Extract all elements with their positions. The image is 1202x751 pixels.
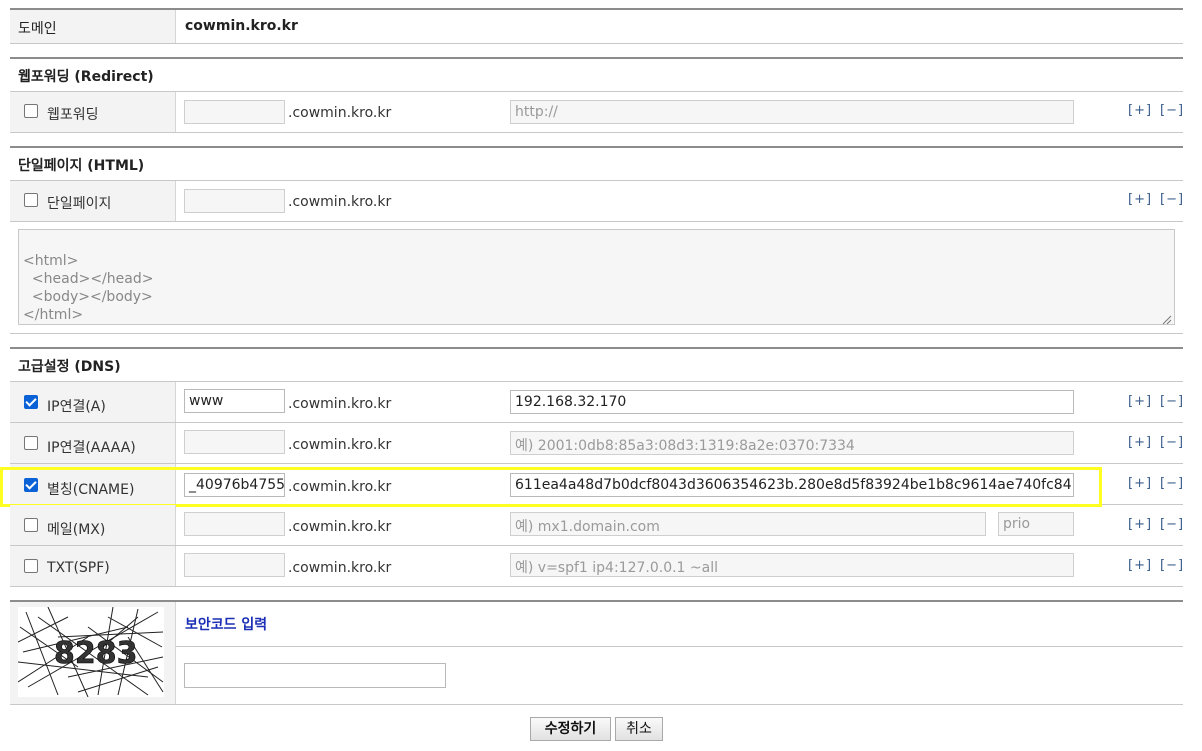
divider xyxy=(10,132,1183,133)
divider xyxy=(175,382,176,422)
divider xyxy=(10,333,1183,334)
divider xyxy=(10,704,1183,705)
divider xyxy=(10,463,1183,464)
divider xyxy=(10,221,1183,222)
dns-mx-value-input[interactable]: 예) mx1.domain.com xyxy=(510,512,986,536)
remove-row-button[interactable]: [−] xyxy=(1160,103,1184,118)
dns-aaaa-domain-suffix: .cowmin.kro.kr xyxy=(288,437,392,453)
dns-txt-value-input[interactable]: 예) v=spf1 ip4:127.0.0.1 ~all xyxy=(510,553,1074,577)
dns-aaaa-label: IP연결(AAAA) xyxy=(47,440,136,456)
code-line: </html> xyxy=(23,307,84,323)
dns-aaaa-subdomain-input[interactable] xyxy=(184,430,285,454)
dns-mx-subdomain-input[interactable] xyxy=(184,512,285,536)
remove-row-button[interactable]: [−] xyxy=(1160,517,1184,532)
redirect-checkbox[interactable] xyxy=(24,104,38,118)
divider xyxy=(176,646,1183,647)
dns-txt-domain-suffix: .cowmin.kro.kr xyxy=(288,560,392,576)
add-row-button[interactable]: [+] xyxy=(1128,394,1152,409)
divider xyxy=(10,381,1183,382)
dns-mx-domain-suffix: .cowmin.kro.kr xyxy=(288,519,392,535)
cname-row-highlight xyxy=(0,467,1102,507)
divider xyxy=(10,91,1183,92)
domain-label: 도메인 xyxy=(18,21,57,37)
top-border xyxy=(10,8,1183,10)
html-code-textarea[interactable]: <html> <head></head> <body></body> </html… xyxy=(18,229,1175,325)
divider xyxy=(175,10,176,43)
redirect-label: 웹포워딩 xyxy=(47,107,99,123)
domain-value: cowmin.kro.kr xyxy=(185,18,298,34)
html-checkbox[interactable] xyxy=(24,193,38,207)
dns-mx-checkbox[interactable] xyxy=(24,518,38,532)
divider xyxy=(10,43,1183,44)
remove-row-button[interactable]: [−] xyxy=(1160,394,1184,409)
redirect-section-title: 웹포워딩 (Redirect) xyxy=(18,69,154,85)
redirect-domain-suffix: .cowmin.kro.kr xyxy=(288,105,392,121)
section-border xyxy=(10,146,1183,148)
dns-a-subdomain-input[interactable]: www xyxy=(184,389,285,413)
dns-txt-label: TXT(SPF) xyxy=(47,560,110,576)
divider xyxy=(175,505,176,545)
captcha-code-text: 8283 xyxy=(54,636,138,671)
remove-row-button[interactable]: [−] xyxy=(1160,435,1184,450)
captcha-image: 8283 xyxy=(17,606,164,698)
dns-aaaa-row-controls: [+] [−] xyxy=(1128,435,1192,450)
dns-txt-row-controls: [+] [−] xyxy=(1128,558,1192,573)
add-row-button[interactable]: [+] xyxy=(1128,517,1152,532)
redirect-url-input[interactable]: http:// xyxy=(510,100,1074,124)
html-section-title: 단일페이지 (HTML) xyxy=(18,158,145,174)
add-row-button[interactable]: [+] xyxy=(1128,558,1152,573)
section-border xyxy=(10,600,1183,602)
divider xyxy=(175,92,176,132)
dns-a-checkbox[interactable] xyxy=(24,395,38,409)
dns-section-title: 고급설정 (DNS) xyxy=(18,359,121,375)
dns-txt-checkbox[interactable] xyxy=(24,559,38,573)
html-label: 단일페이지 xyxy=(47,196,112,212)
divider xyxy=(175,423,176,463)
captcha-label: 보안코드 입력 xyxy=(185,617,268,633)
add-row-button[interactable]: [+] xyxy=(1128,435,1152,450)
redirect-row-controls: [+] [−] xyxy=(1128,103,1192,118)
dns-a-row-controls: [+] [−] xyxy=(1128,394,1192,409)
code-line: <head></head> xyxy=(23,271,154,287)
remove-row-button[interactable]: [−] xyxy=(1160,476,1184,491)
remove-row-button[interactable]: [−] xyxy=(1160,192,1184,207)
divider xyxy=(10,422,1183,423)
add-row-button[interactable]: [+] xyxy=(1128,192,1152,207)
divider xyxy=(175,546,176,586)
html-subdomain-input[interactable] xyxy=(184,189,285,213)
dns-mx-prio-input[interactable]: prio xyxy=(998,512,1074,536)
dns-mx-row-controls: [+] [−] xyxy=(1128,517,1192,532)
section-border xyxy=(10,57,1183,59)
dns-cname-row-controls: [+] [−] xyxy=(1128,476,1192,491)
code-line: <html> xyxy=(23,253,79,269)
add-row-button[interactable]: [+] xyxy=(1128,476,1152,491)
dns-a-label: IP연결(A) xyxy=(47,399,106,415)
html-domain-suffix: .cowmin.kro.kr xyxy=(288,194,392,210)
redirect-subdomain-input[interactable] xyxy=(184,100,285,124)
dns-txt-subdomain-input[interactable] xyxy=(184,553,285,577)
dns-aaaa-checkbox[interactable] xyxy=(24,436,38,450)
captcha-input[interactable] xyxy=(184,663,446,688)
dns-mx-label: 메일(MX) xyxy=(47,522,106,538)
divider xyxy=(175,181,176,221)
dns-a-domain-suffix: .cowmin.kro.kr xyxy=(288,396,392,412)
section-border xyxy=(10,347,1183,349)
cancel-button[interactable]: 취소 xyxy=(615,717,663,741)
submit-button[interactable]: 수정하기 xyxy=(530,717,611,741)
html-row-controls: [+] [−] xyxy=(1128,192,1192,207)
divider xyxy=(10,545,1183,546)
divider xyxy=(10,586,1183,587)
dns-aaaa-value-input[interactable]: 예) 2001:0db8:85a3:08d3:1319:8a2e:0370:73… xyxy=(510,431,1074,455)
add-row-button[interactable]: [+] xyxy=(1128,103,1152,118)
divider xyxy=(175,602,176,704)
divider xyxy=(10,180,1183,181)
remove-row-button[interactable]: [−] xyxy=(1160,558,1184,573)
dns-a-value-input[interactable]: 192.168.32.170 xyxy=(510,390,1074,414)
resize-handle-icon[interactable] xyxy=(1162,313,1172,325)
code-line: <body></body> xyxy=(23,289,153,305)
